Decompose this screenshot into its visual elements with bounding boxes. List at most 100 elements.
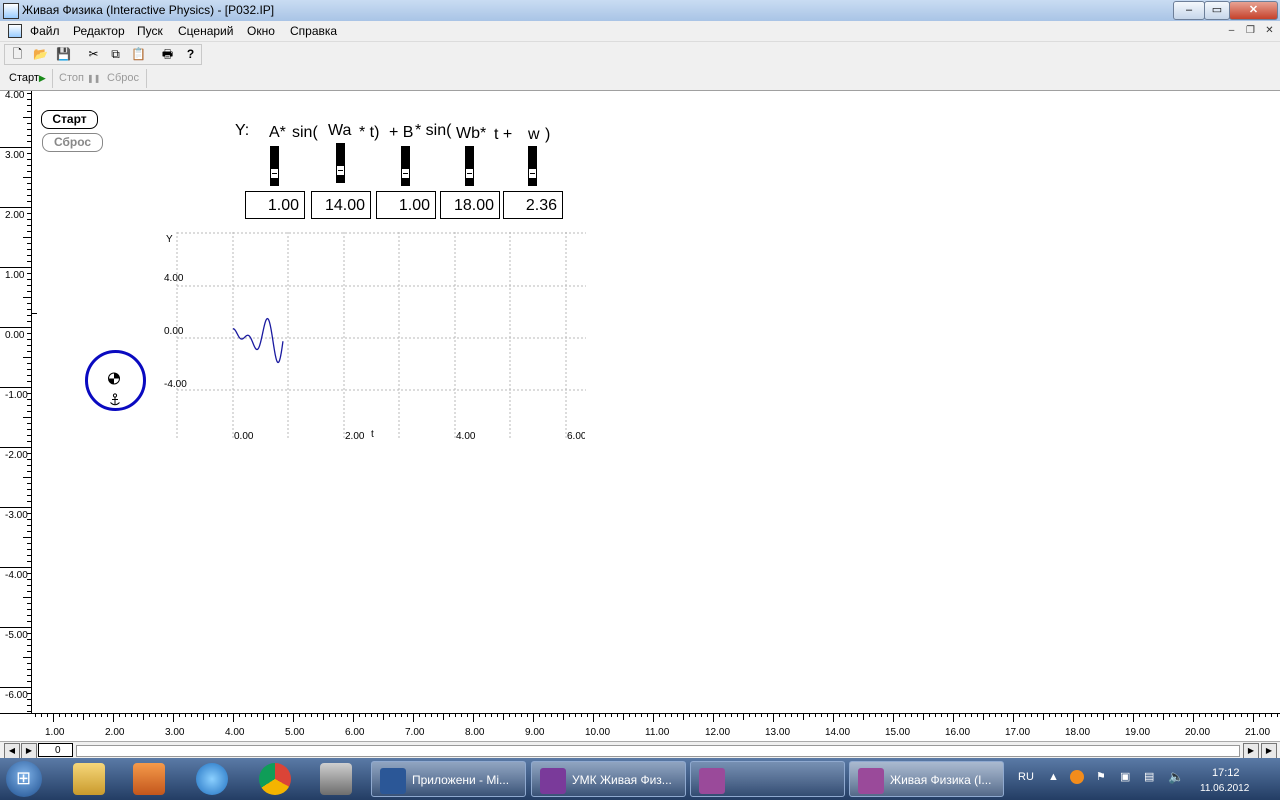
menu-file[interactable]: Файл: [30, 24, 60, 38]
close-button[interactable]: ✕: [1229, 1, 1278, 20]
value-wa[interactable]: 14.00: [311, 191, 371, 219]
toolbar: 🗋 📂 💾 ✂ ⧉ 📋 🖶 ?: [0, 42, 1280, 67]
slider-wa-thumb[interactable]: [337, 166, 344, 175]
frame-step-icon[interactable]: ▶: [21, 743, 37, 759]
value-wb[interactable]: 18.00: [440, 191, 500, 219]
slider-a-thumb[interactable]: [271, 169, 278, 178]
scene-start-button[interactable]: Старт: [41, 110, 98, 129]
explorer-icon[interactable]: [73, 763, 105, 795]
horizontal-ruler-tick: [827, 714, 828, 717]
paste-icon[interactable]: 📋: [130, 46, 147, 63]
slider-wb-thumb[interactable]: [466, 169, 473, 178]
run-start-button[interactable]: Старт▶: [9, 72, 46, 84]
start-orb[interactable]: ⊞: [6, 761, 42, 797]
language-indicator[interactable]: RU: [1018, 771, 1034, 783]
menu-edit[interactable]: Редактор: [73, 24, 125, 38]
horizontal-ruler-label: 18.00: [1065, 727, 1091, 738]
action-center-icon[interactable]: ⚑: [1096, 770, 1106, 783]
mdi-minimize-icon[interactable]: –: [1224, 24, 1239, 38]
slider-b[interactable]: [401, 146, 410, 186]
slider-w-thumb[interactable]: [529, 169, 536, 178]
vertical-ruler-tick: [27, 501, 31, 502]
open-folder-icon[interactable]: 📂: [32, 46, 49, 63]
formula-b: + B: [389, 124, 414, 141]
volume-icon[interactable]: 🔈: [1168, 769, 1184, 785]
value-w[interactable]: 2.36: [503, 191, 563, 219]
vertical-ruler-label: -6.00: [5, 690, 28, 701]
horizontal-ruler-tick: [713, 714, 714, 722]
slider-wa[interactable]: [336, 143, 345, 183]
horizontal-ruler-tick: [131, 714, 132, 717]
horizontal-ruler-tick: [1133, 714, 1134, 722]
horizontal-ruler-tick: [203, 714, 204, 720]
save-icon[interactable]: 💾: [55, 46, 72, 63]
maximize-button[interactable]: ▭: [1204, 1, 1230, 20]
vertical-ruler-tick: [23, 417, 31, 418]
scene-reset-button[interactable]: Сброс: [42, 133, 103, 152]
taskbar: ⊞ Приложени - Mi... УМК Живая Физ... Жив…: [0, 758, 1280, 800]
horizontal-ruler-tick: [1169, 714, 1170, 717]
minimize-button[interactable]: –: [1173, 1, 1205, 20]
document-icon[interactable]: [8, 24, 22, 38]
horizontal-ruler-tick: [437, 714, 438, 717]
run-reset-button[interactable]: Сброс: [107, 72, 139, 84]
internet-explorer-icon[interactable]: [196, 763, 228, 795]
horizontal-ruler-tick: [1259, 714, 1260, 717]
vertical-ruler-tick: [0, 567, 31, 568]
frame-counter[interactable]: 0: [38, 743, 73, 757]
taskbar-button-umk[interactable]: УМК Живая Физ...: [531, 761, 686, 797]
slider-a[interactable]: [270, 146, 279, 186]
horizontal-ruler-label: 5.00: [285, 727, 305, 738]
system-app-icon[interactable]: [320, 763, 352, 795]
horizontal-ruler-tick: [977, 714, 978, 717]
scroll-right-icon[interactable]: ▶: [1261, 743, 1277, 759]
slider-b-thumb[interactable]: [402, 169, 409, 178]
mdi-restore-icon[interactable]: ❐: [1243, 24, 1258, 38]
frame-scrollbar[interactable]: ◀ ▶ 0 ▶ ▶: [0, 741, 1280, 759]
device-icon[interactable]: ▣: [1120, 770, 1130, 783]
horizontal-ruler-tick: [461, 714, 462, 717]
new-file-icon[interactable]: 🗋: [9, 46, 26, 63]
menu-run[interactable]: Пуск: [137, 24, 163, 38]
chrome-icon[interactable]: [259, 763, 291, 795]
copy-icon[interactable]: ⧉: [107, 46, 124, 63]
tray-app-icon[interactable]: [1070, 770, 1084, 784]
horizontal-ruler-tick: [449, 714, 450, 717]
value-a[interactable]: 1.00: [245, 191, 305, 219]
taskbar-button-word[interactable]: Приложени - Mi...: [371, 761, 526, 797]
menu-script[interactable]: Сценарий: [178, 24, 233, 38]
taskbar-button-ip-preview[interactable]: [690, 761, 845, 797]
run-stop-button[interactable]: Стоп ❚❚: [59, 72, 100, 84]
slider-wb[interactable]: [465, 146, 474, 186]
circle-body[interactable]: [80, 346, 152, 418]
clock-date[interactable]: 11.06.2012: [1200, 783, 1249, 794]
slider-w[interactable]: [528, 146, 537, 186]
horizontal-ruler-tick: [1277, 714, 1278, 717]
horizontal-ruler-tick: [1097, 714, 1098, 717]
menu-help[interactable]: Справка: [290, 24, 337, 38]
tray-expand-icon[interactable]: ▲: [1048, 771, 1059, 783]
network-icon[interactable]: ▤: [1144, 770, 1154, 783]
frame-end-icon[interactable]: ▶: [1243, 743, 1259, 759]
clock-time[interactable]: 17:12: [1212, 767, 1240, 779]
taskbar-button-ip-active[interactable]: Живая Физика (I...: [849, 761, 1004, 797]
mdi-close-icon[interactable]: ✕: [1262, 24, 1277, 38]
vertical-ruler-tick: [27, 201, 31, 202]
ruler-corner: [0, 713, 31, 742]
media-player-icon[interactable]: [133, 763, 165, 795]
help-icon[interactable]: ?: [182, 46, 199, 63]
horizontal-ruler-label: 8.00: [465, 727, 485, 738]
vertical-ruler-label: -4.00: [5, 570, 28, 581]
horizontal-ruler-tick: [1217, 714, 1218, 717]
scroll-left-icon[interactable]: ◀: [4, 743, 20, 759]
horizontal-ruler-label: 12.00: [705, 727, 731, 738]
scroll-track[interactable]: [76, 745, 1240, 757]
menu-window[interactable]: Окно: [247, 24, 275, 38]
horizontal-ruler-tick: [989, 714, 990, 717]
horizontal-ruler-tick: [263, 714, 264, 720]
print-icon[interactable]: 🖶: [159, 46, 176, 63]
graph-meter[interactable]: [160, 228, 588, 448]
value-b[interactable]: 1.00: [376, 191, 436, 219]
horizontal-ruler-tick: [1061, 714, 1062, 717]
cut-icon[interactable]: ✂: [85, 46, 102, 63]
